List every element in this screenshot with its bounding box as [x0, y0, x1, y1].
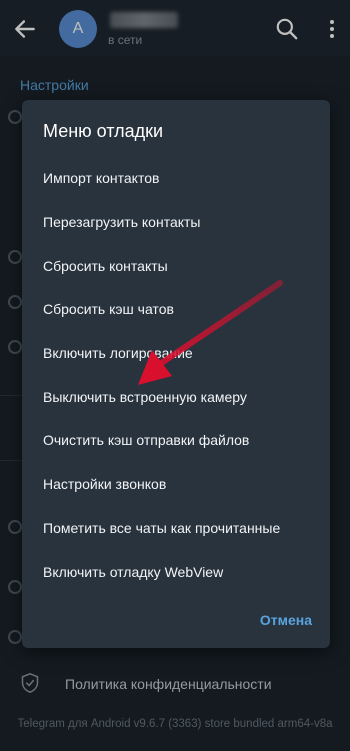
menu-item-clear-chat-cache[interactable]: Сбросить кэш чатов	[22, 287, 330, 331]
menu-item-enable-webview-debug[interactable]: Включить отладку WebView	[22, 550, 330, 594]
menu-item-reset-contacts[interactable]: Сбросить контакты	[22, 244, 330, 288]
menu-item-mark-all-read[interactable]: Пометить все чаты как прочитанные	[22, 506, 330, 550]
cancel-button[interactable]: Отмена	[260, 612, 312, 628]
menu-item-enable-logging[interactable]: Включить логирование	[22, 331, 330, 375]
debug-menu-dialog: Меню отладки Импорт контактов Перезагруз…	[22, 100, 330, 648]
menu-item-clear-file-send-cache[interactable]: Очистить кэш отправки файлов	[22, 418, 330, 462]
menu-item-call-settings[interactable]: Настройки звонков	[22, 462, 330, 506]
menu-item-reload-contacts[interactable]: Перезагрузить контакты	[22, 200, 330, 244]
menu-item-disable-builtin-camera[interactable]: Выключить встроенную камеру	[22, 375, 330, 419]
dialog-title: Меню отладки	[43, 121, 164, 141]
menu-item-import-contacts[interactable]: Импорт контактов	[22, 156, 330, 200]
